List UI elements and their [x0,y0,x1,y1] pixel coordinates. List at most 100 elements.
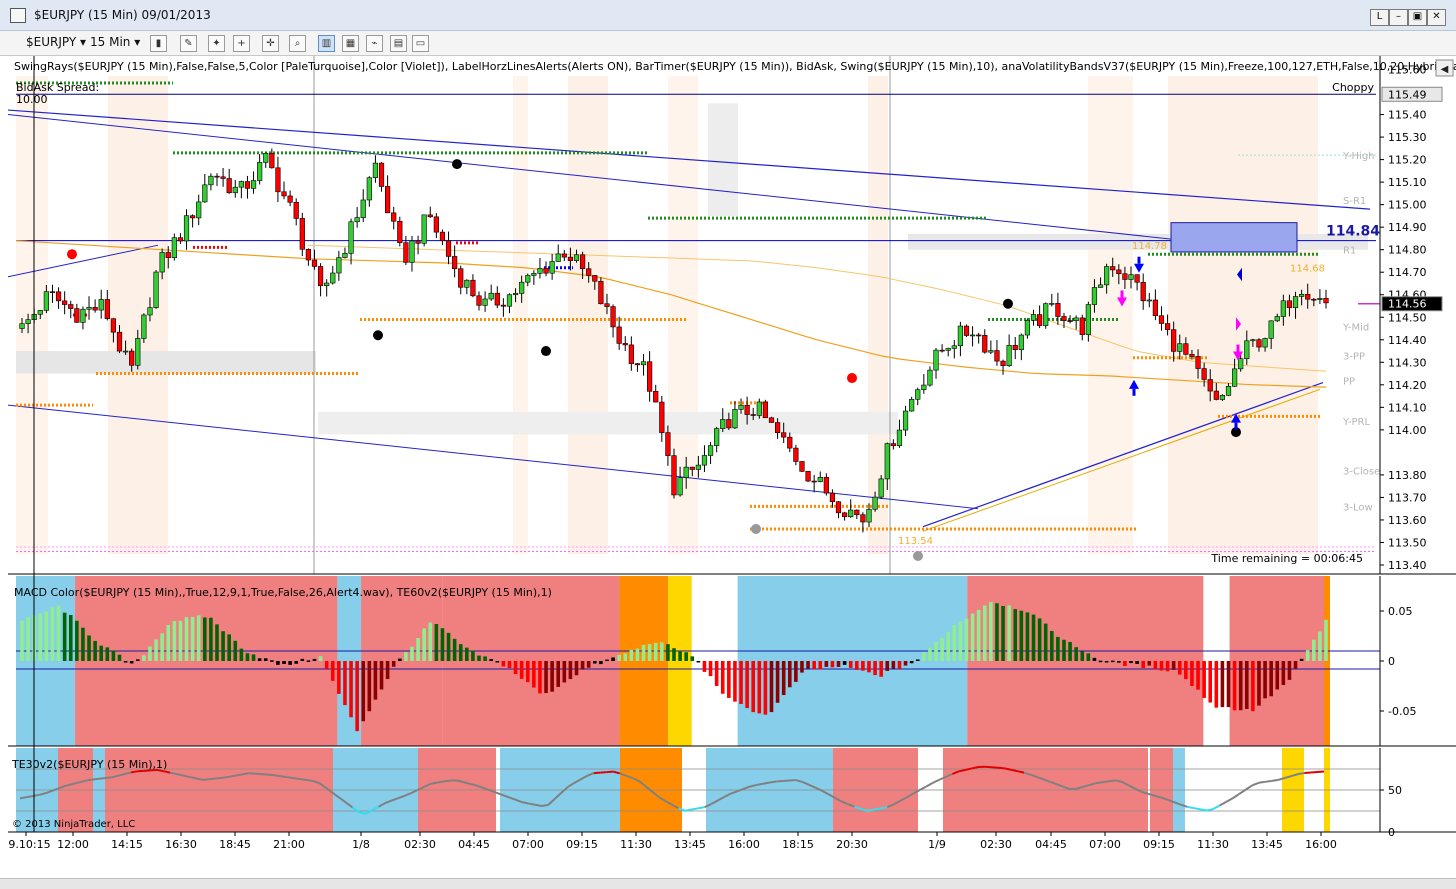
te30-line-segment [1207,809,1214,810]
macd-bar [124,661,128,663]
candle [257,162,262,180]
macd-bar [1007,605,1011,661]
candle [592,275,597,281]
close-button[interactable]: ✕ [1427,9,1446,26]
signal-arrow-stem [1237,345,1240,352]
macd-bar [910,661,914,663]
horizontal-scrollbar[interactable] [0,878,1456,889]
candle [50,292,55,293]
candle [568,257,573,260]
macd-bar [1215,661,1219,708]
chart-style-icon[interactable]: ▥ [318,35,335,52]
crosshair-icon[interactable]: ✛ [262,35,279,52]
macd-bar [337,661,341,694]
macd-bar [1300,659,1304,661]
properties-icon[interactable]: ▭ [412,35,429,52]
candle [410,241,415,262]
link-button[interactable]: L [1370,9,1389,26]
minimize-button[interactable]: – [1389,9,1408,26]
macd-bar [93,641,97,661]
candle [958,326,963,346]
level-label: S-R1 [1343,196,1366,207]
candle [215,176,220,177]
strategies-icon[interactable]: ⌁ [366,35,383,52]
macd-bar [1141,661,1145,668]
macd-bar [526,661,530,682]
macd-bar [782,661,786,695]
candle [818,477,823,481]
macd-bar [1123,661,1127,666]
price-tick-label: 113.60 [1388,514,1427,527]
price-tick-label: 115.20 [1388,154,1427,167]
copyright-label: © 2013 NinjaTrader, LLC [12,819,135,830]
candle [300,218,305,249]
macd-bar [812,661,816,669]
macd-bar [514,661,518,674]
candle [1232,369,1237,386]
macd-bar [1288,661,1292,680]
macd-bar [422,628,426,661]
candle [580,255,585,269]
candle [245,182,250,189]
time-tick-label: 04:45 [458,838,490,851]
price-tick-label: 114.30 [1388,356,1427,369]
macd-bar [904,661,908,666]
pivot-band [708,103,738,216]
candle [727,419,732,427]
macd-bar [581,661,585,670]
plus-icon[interactable]: + [233,35,250,52]
macd-bar [837,661,841,667]
candle [294,202,299,218]
macd-bar [374,661,378,700]
macd-bar [300,659,304,661]
candle [1202,369,1207,380]
te30-line-segment [268,775,275,776]
data-box-icon[interactable]: ▤ [390,35,407,52]
macd-bar [892,661,896,669]
candle [1110,267,1115,270]
maximize-button[interactable]: ▣ [1408,9,1427,26]
level-label: 3-Close [1343,466,1380,477]
bar-type-icon[interactable]: ▮ [150,35,167,52]
time-tick-label: 09:15 [566,838,598,851]
macd-bar [26,617,30,661]
candle [1043,304,1048,326]
interval-selector[interactable]: 15 Min ▾ [90,35,140,49]
te30-line-segment [1187,807,1194,808]
macd-bar [794,661,798,682]
te30-line-segment [242,773,249,774]
macd-bar [508,661,512,668]
macd-bar [99,646,103,661]
instrument-selector[interactable]: $EURJPY ▾ [26,35,86,49]
candle [270,153,275,167]
macd-bar [459,644,463,661]
macd-bar [483,656,487,661]
candle [544,268,549,273]
macd-bar [806,661,810,669]
macd-bar [240,649,244,661]
candle [68,305,73,309]
te30-line-segment [85,780,92,781]
macd-bar [1269,661,1273,696]
indicators-icon[interactable]: ▦ [342,35,359,52]
candle [434,217,439,232]
te30-line-segment [229,776,236,777]
title-bar: $EURJPY (15 Min) 09/01/2013 L – ▣ ✕ [0,0,1456,31]
pencil-icon[interactable]: ✎ [180,35,197,52]
chart-canvas[interactable]: 114.78114.68113.54Y-HighS-R1R1Y-Mid3-PPP… [8,56,1456,878]
price-tick-label: 115.30 [1388,131,1427,144]
price-panel: 114.78114.68113.54Y-HighS-R1R1Y-Mid3-PPP… [8,56,1456,574]
macd-bar [69,615,73,661]
macd-bar [952,625,956,661]
macd-bar [166,625,170,661]
candle [915,390,920,400]
te30-line-segment [542,805,549,806]
macd-bar [861,661,865,671]
te30-line-segment [281,776,288,777]
magnet-icon[interactable]: ✦ [208,35,225,52]
candle [1037,315,1042,326]
macd-bar [45,611,49,661]
candle [934,350,939,370]
candle [702,455,707,465]
zoom-icon[interactable]: ⌕ [289,35,306,52]
